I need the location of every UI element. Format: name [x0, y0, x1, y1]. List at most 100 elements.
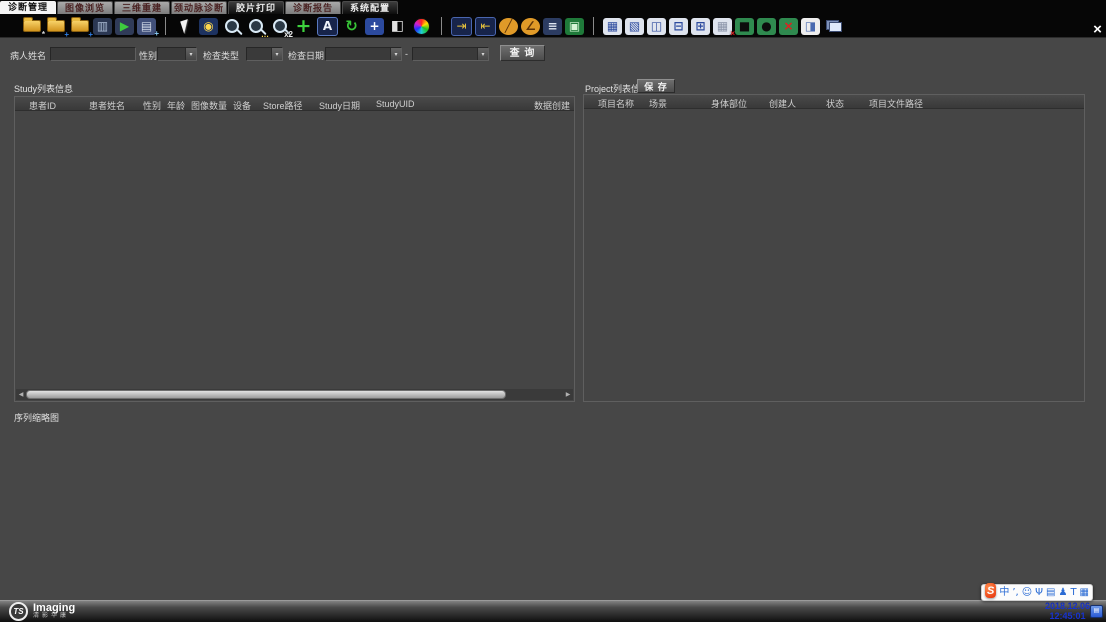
taskbar-date: 2018.12.06 [1045, 601, 1090, 611]
patient-name-label: 病人姓名 [10, 49, 46, 62]
refresh-icon[interactable]: ↻ [341, 16, 362, 36]
tab-2[interactable]: 图像浏览 [57, 1, 113, 14]
send-study-icon-glyph: ▶ [120, 20, 129, 32]
fit-window-icon[interactable]: + [365, 18, 384, 35]
import-study-folder-icon[interactable]: + [69, 16, 90, 36]
roi-delete-icon[interactable]: × [779, 18, 798, 35]
exam-type-label: 检查类型 [203, 49, 239, 62]
exam-type-select[interactable]: ▾ [246, 47, 283, 61]
cursor-select-icon[interactable] [175, 16, 196, 36]
folder-shape [71, 20, 89, 32]
film-image-icon[interactable]: ▥ [93, 18, 112, 35]
measure-length-icon[interactable]: ╱ [499, 18, 518, 35]
scrollbar-thumb[interactable] [26, 390, 506, 399]
roi-delete-icon-glyph: × [783, 20, 793, 32]
zoom-region-icon[interactable]: … [245, 16, 266, 36]
measure-angle-icon-glyph: ∠ [525, 20, 536, 32]
toolbar-group-3: ⇥ ⇤ ╱ ∠ ≡▣ [451, 17, 584, 36]
tab-6[interactable]: 诊断报告 [285, 1, 341, 14]
punctuation-icon[interactable]: ’, [1012, 588, 1018, 598]
chevron-down-icon: ▾ [477, 48, 488, 60]
stitch-layout-in-icon-glyph: ⇥ [456, 20, 466, 32]
study-table-hscrollbar: ◀ ▶ [16, 389, 573, 400]
scrollbar-track[interactable] [26, 389, 563, 400]
grid-2x2-icon[interactable]: ⊞ [691, 18, 710, 35]
film-image-icon-glyph: ▥ [97, 20, 108, 32]
cn-en-toggle-icon[interactable]: 中 [999, 588, 1009, 598]
tab-3[interactable]: 三维重建 [114, 1, 170, 14]
tab-1[interactable]: 诊断管理 [0, 1, 56, 14]
folder-shape [47, 20, 65, 32]
gender-select[interactable]: ▾ [157, 47, 197, 61]
color-palette-icon[interactable] [411, 16, 432, 36]
stitch-layout-in-icon[interactable]: ⇥ [451, 17, 472, 36]
grid-close-icon[interactable]: ▦× [713, 18, 732, 35]
taskbar: TS Imaging 清影华康 [0, 600, 1106, 622]
pan-icon-glyph: + [296, 17, 312, 36]
column-header[interactable]: StudyUID [376, 99, 415, 109]
zoom-icon[interactable] [221, 16, 242, 36]
pan-icon[interactable]: + [293, 16, 314, 36]
color-wheel-shape [413, 18, 430, 35]
app-logo-subtitle: 清影华康 [33, 613, 75, 620]
tab-4[interactable]: 颈动脉诊断 [171, 1, 227, 14]
window-level-icon[interactable]: ◉ [199, 18, 218, 35]
open-study-folder-icon[interactable]: + [45, 16, 66, 36]
exam-date-label: 检查日期 [288, 49, 324, 62]
measure-angle-icon[interactable]: ∠ [521, 18, 540, 35]
toolbar-separator [165, 17, 166, 35]
tab-5[interactable]: 胶片打印 [228, 1, 284, 14]
grid-remove-icon[interactable]: ▦ [603, 18, 622, 35]
skin-icon[interactable]: T [1070, 588, 1076, 598]
measure-length-icon-glyph: ╱ [505, 20, 512, 32]
scroll-left-icon[interactable]: ◀ [16, 389, 26, 400]
gender-label: 性别 [139, 49, 157, 62]
roi-rect-icon[interactable]: ■ [735, 18, 754, 35]
grid-remove-icon-glyph: ▦ [607, 20, 618, 32]
grid-2x2-icon-glyph: ⊞ [695, 20, 705, 32]
report-notes-icon[interactable]: ≡ [543, 18, 562, 35]
user-account-icon[interactable]: ♟ [1058, 588, 1067, 598]
study-table-body[interactable] [15, 111, 574, 401]
sogou-logo-icon[interactable]: S [985, 583, 996, 598]
emoji-icon[interactable]: ☺ [1022, 588, 1032, 598]
taskbar-clock: 2018.12.06 12:45:01 [1045, 601, 1090, 621]
query-button[interactable]: 查 询 [500, 45, 545, 61]
grid-close-icon-glyph: ▦ [717, 20, 728, 32]
scroll-right-icon[interactable]: ▶ [563, 389, 573, 400]
toolbox-icon[interactable]: ▦ [1080, 588, 1089, 598]
save-button[interactable]: 保 存 [637, 79, 675, 93]
export-image-icon[interactable]: ▣ [565, 18, 584, 35]
voice-input-icon[interactable]: Ψ [1035, 588, 1043, 598]
language-bar-icon[interactable]: ▤ [1090, 605, 1103, 618]
send-study-icon[interactable]: ▶ [115, 18, 134, 35]
zoom-2x-icon[interactable]: x2 [269, 16, 290, 36]
cascade-windows-icon[interactable] [823, 16, 844, 36]
split-horizontal-icon[interactable]: ⊟ [669, 18, 688, 35]
split-vertical-icon-glyph: ◫ [651, 20, 662, 32]
close-button[interactable]: × [1089, 21, 1106, 38]
roi-ellipse-icon[interactable]: ● [757, 18, 776, 35]
invert-icon[interactable]: ◧ [387, 16, 408, 36]
tab-7[interactable]: 系统配置 [342, 1, 398, 14]
toolbar-separator [441, 17, 442, 35]
project-table-body[interactable] [584, 109, 1084, 401]
patient-name-input[interactable] [50, 47, 136, 61]
soft-keyboard-icon[interactable]: ▤ [1046, 588, 1055, 598]
grid-edit-icon[interactable]: ▧ [625, 18, 644, 35]
archive-database-icon[interactable]: ▤+ [137, 18, 156, 35]
query-form: 病人姓名 性别 ▾ 检查类型 ▾ 检查日期 ▾ - ▾ 查 询 [0, 44, 1106, 64]
window-level-icon-glyph: ◉ [203, 20, 213, 32]
cascade-shape [826, 20, 842, 32]
annotation-icon[interactable]: A [317, 17, 338, 36]
panel-toggle-icon-glyph: ◨ [805, 20, 816, 32]
fit-window-icon-glyph: + [369, 20, 379, 32]
split-vertical-icon[interactable]: ◫ [647, 18, 666, 35]
stitch-layout-out-icon[interactable]: ⇤ [475, 17, 496, 36]
refresh-icon-glyph: ↻ [345, 19, 358, 34]
exam-date-to-select[interactable]: ▾ [412, 47, 489, 61]
panel-toggle-icon[interactable]: ◨ [801, 18, 820, 35]
exam-date-from-select[interactable]: ▾ [325, 47, 402, 61]
top-bars: 诊断管理图像浏览三维重建颈动脉诊断胶片打印诊断报告系统配置 *++▥▶▤+◉…x… [0, 0, 1106, 38]
open-dicom-folder-icon[interactable]: * [21, 16, 42, 36]
